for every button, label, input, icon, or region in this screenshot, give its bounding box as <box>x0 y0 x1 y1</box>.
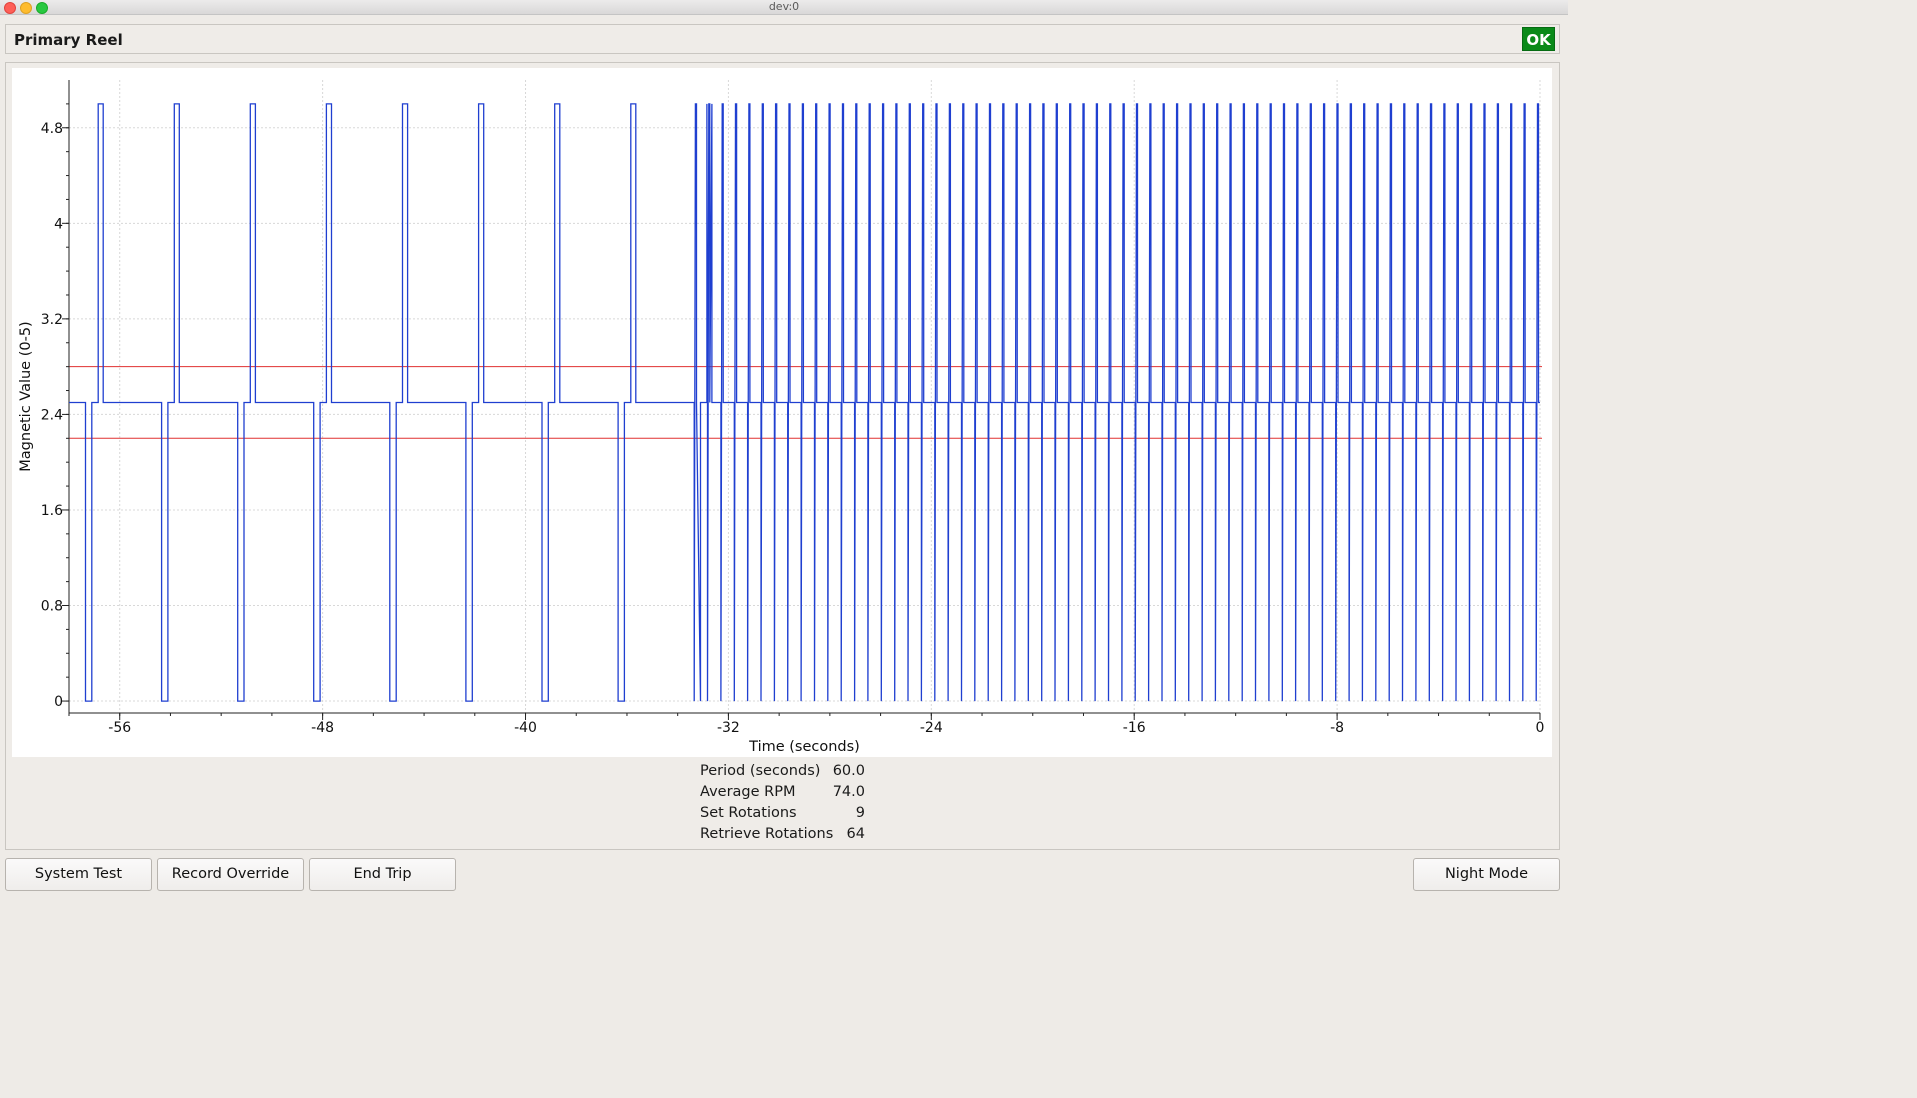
stats-panel: Period (seconds) 60.0 Average RPM 74.0 S… <box>700 761 870 845</box>
x-axis-label: Time (seconds) <box>748 739 860 755</box>
status-badge: OK <box>1522 27 1555 51</box>
night-mode-button[interactable]: Night Mode <box>1413 858 1560 891</box>
x-tick-label: -16 <box>1123 720 1146 736</box>
y-axis-label: Magnetic Value (0-5) <box>18 321 34 471</box>
stat-label: Retrieve Rotations <box>700 826 834 842</box>
stat-value: 9 <box>855 805 865 821</box>
stat-value: 60.0 <box>832 763 865 779</box>
y-tick-label: 0.8 <box>41 599 63 615</box>
stat-value: 64 <box>846 826 865 842</box>
magnetic-value-chart: -56 -48 -40 -32 -24 -16 -8 0 0 0.8 1.6 2.4 3.2 4 4.8 Ti… <box>12 68 1552 757</box>
x-tick-label: -8 <box>1330 720 1344 736</box>
stat-label: Period (seconds) <box>700 763 821 779</box>
x-tick-label: 0 <box>1536 720 1545 736</box>
reel-header: Primary Reel OK <box>5 24 1560 54</box>
x-tick-label: -48 <box>311 720 334 736</box>
stat-value: 74.0 <box>832 784 865 800</box>
window-title: dev:0 <box>768 0 800 13</box>
y-tick-label: 3.2 <box>41 312 63 328</box>
plot-background <box>12 68 1552 757</box>
x-tick-label: -56 <box>108 720 131 736</box>
stat-row-average-rpm: Average RPM 74.0 <box>700 782 870 803</box>
record-override-button[interactable]: Record Override <box>157 858 304 891</box>
y-tick-label: 2.4 <box>41 407 63 423</box>
x-tick-label: -32 <box>717 720 740 736</box>
system-test-button[interactable]: System Test <box>5 858 152 891</box>
stat-row-retrieve-rotations: Retrieve Rotations 64 <box>700 824 870 845</box>
y-tick-label: 1.6 <box>41 503 63 519</box>
x-tick-label: -40 <box>514 720 537 736</box>
y-tick-label: 0 <box>54 694 63 710</box>
reel-title: Primary Reel <box>14 31 123 49</box>
end-trip-button[interactable]: End Trip <box>309 858 456 891</box>
window-titlebar: dev:0 <box>0 0 1568 15</box>
stat-label: Average RPM <box>700 784 796 800</box>
stat-row-period: Period (seconds) 60.0 <box>700 761 870 782</box>
stat-label: Set Rotations <box>700 805 797 821</box>
y-tick-label: 4 <box>54 216 63 232</box>
x-tick-label: -24 <box>920 720 943 736</box>
stat-row-set-rotations: Set Rotations 9 <box>700 803 870 824</box>
y-tick-label: 4.8 <box>41 121 63 137</box>
